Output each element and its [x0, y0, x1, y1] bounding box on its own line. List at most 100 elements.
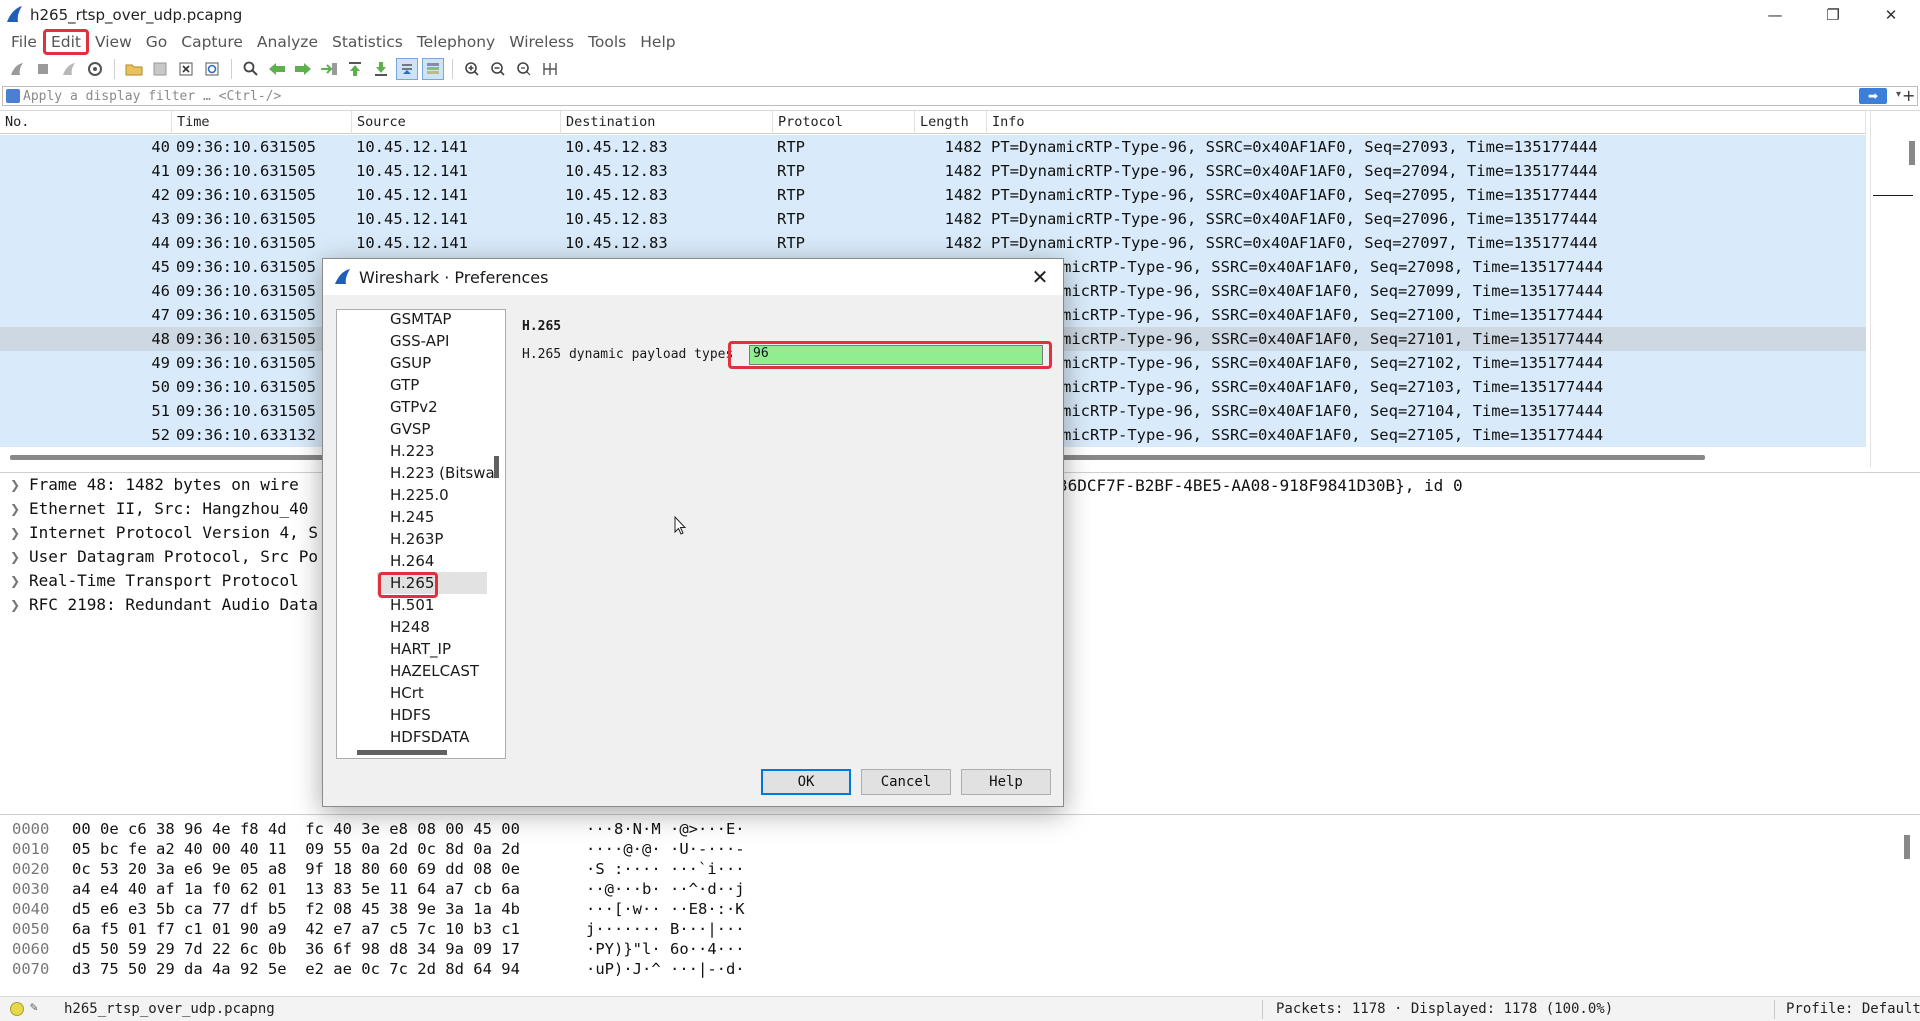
- filter-history-dropdown[interactable]: ▾: [1896, 89, 1901, 100]
- protocol-tree-item[interactable]: HDFS: [390, 704, 431, 726]
- column-header-source[interactable]: Source: [352, 111, 561, 134]
- menu-telephony[interactable]: Telephony: [410, 30, 502, 54]
- column-header-no[interactable]: No.: [0, 111, 172, 134]
- menu-edit[interactable]: Edit: [42, 29, 89, 55]
- resize-columns-icon[interactable]: [539, 58, 561, 80]
- close-file-icon[interactable]: [175, 58, 197, 80]
- protocol-tree-item[interactable]: H.223: [390, 440, 434, 462]
- apply-filter-button[interactable]: ➡: [1859, 88, 1887, 104]
- maximize-button[interactable]: ❐: [1804, 0, 1862, 30]
- menu-file[interactable]: File: [4, 30, 44, 54]
- dialog-close-button[interactable]: ✕: [1027, 263, 1053, 291]
- expand-caret-icon[interactable]: ❯: [10, 521, 20, 545]
- menu-tools[interactable]: Tools: [581, 30, 633, 54]
- go-forward-icon[interactable]: [292, 58, 314, 80]
- bookmark-icon[interactable]: [6, 89, 20, 103]
- add-filter-button[interactable]: +: [1902, 86, 1916, 106]
- display-filter-input[interactable]: Apply a display filter … <Ctrl-/>: [23, 89, 281, 104]
- go-to-packet-icon[interactable]: [318, 58, 340, 80]
- expand-caret-icon[interactable]: ❯: [10, 473, 20, 497]
- scrollbar-thumb[interactable]: [1909, 141, 1915, 165]
- go-back-icon[interactable]: [266, 58, 288, 80]
- protocol-tree-item[interactable]: GTPv2: [390, 396, 438, 418]
- bytes-row[interactable]: 0060 d5 50 59 29 7d 22 6c 0b 36 6f 98 d8 …: [0, 939, 1000, 959]
- close-button[interactable]: ✕: [1862, 0, 1920, 30]
- menu-statistics[interactable]: Statistics: [325, 30, 410, 54]
- protocol-tree-item[interactable]: H.245: [390, 506, 434, 528]
- packet-row[interactable]: 41 09:36:10.631505 10.45.12.141 10.45.12.83…: [0, 159, 1866, 183]
- protocol-tree-item[interactable]: H.223 (Bitswa: [390, 462, 495, 484]
- ok-button[interactable]: OK: [761, 769, 851, 795]
- menu-go[interactable]: Go: [139, 30, 175, 54]
- packet-row[interactable]: 40 09:36:10.631505 10.45.12.141 10.45.12.83…: [0, 135, 1866, 159]
- packet-info: micRTP-Type-96, SSRC=0x40AF1AF0, Seq=271…: [1062, 426, 1604, 444]
- protocol-tree-item[interactable]: GTP: [390, 374, 419, 396]
- tree-hscroll-thumb[interactable]: [357, 750, 447, 755]
- menu-wireless[interactable]: Wireless: [502, 30, 581, 54]
- minimize-button[interactable]: —: [1746, 0, 1804, 30]
- column-header-info[interactable]: Info: [987, 111, 1866, 134]
- packet-time: 09:36:10.631505: [176, 210, 316, 228]
- column-header-time[interactable]: Time: [172, 111, 352, 134]
- protocol-tree-item[interactable]: GSS-API: [390, 330, 449, 352]
- bytes-row[interactable]: 0030 a4 e4 40 af 1a f0 62 01 13 83 5e 11 …: [0, 879, 1000, 899]
- colorize-icon[interactable]: [422, 58, 444, 80]
- packet-row[interactable]: 42 09:36:10.631505 10.45.12.141 10.45.12.83…: [0, 183, 1866, 207]
- expand-caret-icon[interactable]: ❯: [10, 569, 20, 593]
- go-last-icon[interactable]: [370, 58, 392, 80]
- menu-help[interactable]: Help: [633, 30, 682, 54]
- packet-time: 09:36:10.631505: [176, 138, 316, 156]
- protocol-tree-item[interactable]: GVSP: [390, 418, 430, 440]
- column-header-protocol[interactable]: Protocol: [773, 111, 915, 134]
- reload-file-icon[interactable]: [201, 58, 223, 80]
- menu-capture[interactable]: Capture: [174, 30, 250, 54]
- protocol-tree-item[interactable]: HART_IP: [390, 638, 451, 660]
- expert-info-icon[interactable]: [10, 1002, 24, 1016]
- expand-caret-icon[interactable]: ❯: [10, 497, 20, 521]
- find-packet-icon[interactable]: [240, 58, 262, 80]
- zoom-out-icon[interactable]: [487, 58, 509, 80]
- expand-caret-icon[interactable]: ❯: [10, 593, 20, 617]
- capture-options-icon[interactable]: [84, 58, 106, 80]
- protocol-tree-item[interactable]: H.263P: [390, 528, 443, 550]
- cancel-button[interactable]: Cancel: [861, 769, 951, 795]
- restart-capture-icon[interactable]: [58, 58, 80, 80]
- packet-info: PT=DynamicRTP-Type-96, SSRC=0x40AF1AF0, …: [991, 234, 1598, 252]
- protocol-tree-item[interactable]: H.225.0: [390, 484, 449, 506]
- menu-analyze[interactable]: Analyze: [250, 30, 325, 54]
- protocol-tree-item[interactable]: GSUP: [390, 352, 431, 374]
- column-header-destination[interactable]: Destination: [561, 111, 773, 134]
- bytes-row[interactable]: 0050 6a f5 01 f7 c1 01 90 a9 42 e7 a7 c5 …: [0, 919, 1000, 939]
- bytes-row[interactable]: 0070 d3 75 50 29 da 4a 92 5e e2 ae 0c 7c …: [0, 959, 1000, 979]
- protocol-tree-item[interactable]: H248: [390, 616, 430, 638]
- zoom-reset-icon[interactable]: [513, 58, 535, 80]
- packet-row[interactable]: 44 09:36:10.631505 10.45.12.141 10.45.12.83…: [0, 231, 1866, 255]
- packet-row[interactable]: 43 09:36:10.631505 10.45.12.141 10.45.12.83…: [0, 207, 1866, 231]
- capture-comment-icon[interactable]: ✎: [30, 1000, 38, 1015]
- expand-caret-icon[interactable]: ❯: [10, 545, 20, 569]
- bytes-scrollbar-thumb[interactable]: [1904, 835, 1910, 859]
- save-file-icon[interactable]: [149, 58, 171, 80]
- protocol-tree-item[interactable]: GSMTAP: [390, 310, 451, 330]
- status-profile[interactable]: Profile: Default: [1786, 1001, 1920, 1017]
- bytes-row[interactable]: 0000 00 0e c6 38 96 4e f8 4d fc 40 3e e8 …: [0, 819, 1000, 839]
- column-header-length[interactable]: Length: [915, 111, 987, 134]
- bytes-row[interactable]: 0040 d5 e6 e3 5b ca 77 df b5 f2 08 45 38 …: [0, 899, 1000, 919]
- protocol-tree-item[interactable]: HCrt: [390, 682, 424, 704]
- protocol-tree-item[interactable]: H.264: [390, 550, 434, 572]
- protocol-tree-item[interactable]: HDFSDATA: [390, 726, 469, 748]
- bytes-row[interactable]: 0010 05 bc fe a2 40 00 40 11 09 55 0a 2d …: [0, 839, 1000, 859]
- packet-list-scrollbar[interactable]: [1870, 111, 1916, 467]
- protocol-tree-item[interactable]: HAZELCAST: [390, 660, 479, 682]
- start-capture-icon[interactable]: [6, 58, 28, 80]
- tree-vscroll-thumb[interactable]: [494, 456, 499, 478]
- autoscroll-icon[interactable]: [396, 58, 418, 80]
- packet-time: 09:36:10.631505: [176, 378, 316, 396]
- zoom-in-icon[interactable]: [461, 58, 483, 80]
- stop-capture-icon[interactable]: [32, 58, 54, 80]
- open-file-icon[interactable]: [123, 58, 145, 80]
- help-button[interactable]: Help: [961, 769, 1051, 795]
- go-first-icon[interactable]: [344, 58, 366, 80]
- menu-view[interactable]: View: [88, 30, 139, 54]
- bytes-row[interactable]: 0020 0c 53 20 3a e6 9e 05 a8 9f 18 80 60 …: [0, 859, 1000, 879]
